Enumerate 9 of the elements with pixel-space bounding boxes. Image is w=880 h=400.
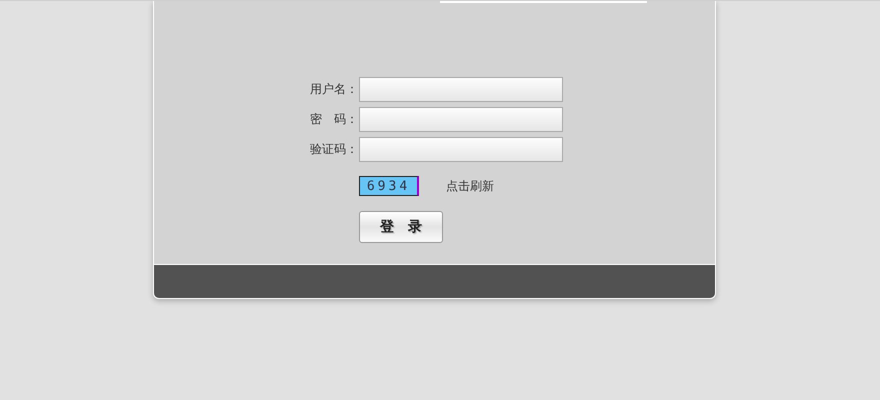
field-label: 用户名：	[309, 81, 358, 98]
login-button[interactable]: 登 录	[359, 211, 443, 243]
input-field[interactable]	[359, 77, 563, 102]
captcha-image[interactable]: 6934	[359, 176, 419, 196]
refresh-link[interactable]: 点击刷新	[446, 178, 494, 194]
input-field[interactable]	[359, 137, 563, 162]
field-label: 密 码：	[309, 111, 358, 128]
field-label: 验证码：	[309, 141, 358, 158]
input-field[interactable]	[359, 107, 563, 132]
